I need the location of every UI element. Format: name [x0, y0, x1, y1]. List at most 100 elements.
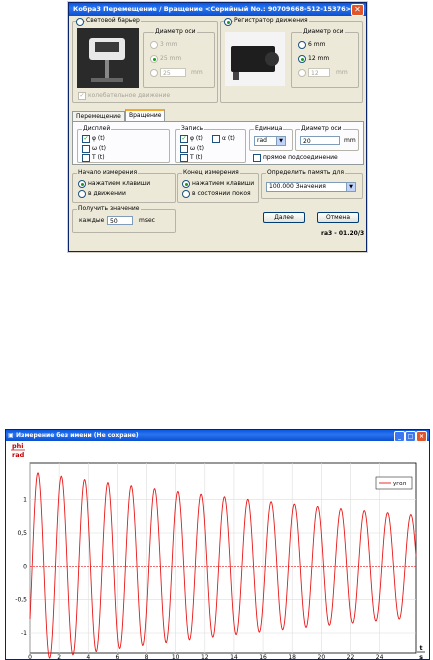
- display-omega-label: ω (t): [92, 145, 106, 152]
- start-key-radio[interactable]: [78, 180, 86, 188]
- diameter-custom-radio-2[interactable]: [298, 69, 306, 77]
- close-icon[interactable]: ✕: [351, 4, 364, 16]
- y-tick-label: 0,5: [17, 530, 27, 537]
- motion-recorder-radio[interactable]: [224, 18, 232, 26]
- x-tick-label: 14: [230, 654, 238, 659]
- motion-recorder-diameter-group: Диаметр оси 6 mm 12 mm 12 mm: [291, 28, 359, 88]
- x-tick-label: 2: [57, 654, 61, 659]
- memory-value: 100.000 Значения: [269, 183, 326, 190]
- record-group: Запись ✓ φ (t) α (t) ω (t) T (t): [175, 125, 246, 163]
- x-tick-label: 16: [259, 654, 267, 659]
- direct-connection-checkbox[interactable]: [253, 154, 261, 162]
- record-phi-checkbox[interactable]: ✓: [180, 135, 188, 143]
- diameter-12mm-radio[interactable]: [298, 55, 306, 63]
- motion-recorder-diameter-label: Диаметр оси: [302, 28, 345, 35]
- dialog-titlebar: Кобра3 Перемещение / Вращение <Серийный …: [69, 3, 366, 16]
- record-omega-label: ω (t): [190, 145, 204, 152]
- diameter-custom-radio[interactable]: [150, 69, 158, 77]
- interval-unit: msec: [139, 217, 155, 224]
- get-value-group: Получить значение каждые 50 msec: [72, 205, 176, 233]
- diameter-6mm-radio[interactable]: [298, 41, 306, 49]
- display-phi-label: φ (t): [92, 135, 105, 142]
- record-alpha-checkbox[interactable]: [212, 135, 220, 143]
- y-tick-label: -0,5: [15, 597, 27, 604]
- display-omega-checkbox[interactable]: [82, 145, 90, 153]
- get-value-label: Получить значение: [77, 205, 141, 212]
- version-label: ra3 - 01.20/3: [321, 230, 365, 237]
- app-icon: ▣: [8, 432, 14, 439]
- axis-diameter-input[interactable]: 20: [300, 136, 340, 145]
- record-label: Запись: [180, 125, 205, 132]
- axis-diameter-unit: mm: [344, 137, 356, 144]
- y-tick-label: 0: [23, 563, 27, 570]
- display-t-checkbox[interactable]: [82, 154, 90, 162]
- end-key-label: нажатием клавиши: [192, 180, 255, 187]
- cancel-button[interactable]: Отмена: [317, 212, 359, 223]
- unit-group: Единица rad ▼: [249, 125, 293, 151]
- plot-area: [29, 462, 417, 654]
- end-rest-radio[interactable]: [182, 190, 190, 198]
- x-tick-label: 18: [288, 654, 296, 659]
- motion-recorder-group: Регистратор движения Диаметр оси 6 mm 12…: [220, 17, 363, 103]
- memory-group: Определить память для 100.000 Значения ▼: [261, 169, 363, 199]
- x-tick-label: 0: [28, 654, 32, 659]
- record-t-checkbox[interactable]: [180, 154, 188, 162]
- unit-select[interactable]: rad ▼: [254, 136, 286, 146]
- direct-connection-label: прямое подсоединение: [263, 154, 338, 161]
- record-omega-checkbox[interactable]: [180, 145, 188, 153]
- x-tick-label: 4: [86, 654, 90, 659]
- light-barrier-photo: [77, 28, 139, 88]
- diameter-25mm-label: 25 mm: [160, 55, 182, 62]
- light-barrier-group: Световой барьер Диаметр оси 3 mm 25 mm 2…: [72, 17, 218, 103]
- get-value-each-label: каждые: [79, 217, 105, 224]
- diameter-3mm-radio[interactable]: [150, 41, 158, 49]
- end-rest-label: в состоянии покоя: [192, 190, 251, 197]
- display-label: Дисплей: [82, 125, 112, 132]
- unit-label: Единица: [254, 125, 284, 132]
- interval-input[interactable]: 50: [107, 216, 133, 225]
- light-barrier-radio[interactable]: [76, 18, 84, 26]
- motion-recorder-custom-input[interactable]: 12: [308, 68, 330, 77]
- motion-recorder-photo: [225, 32, 285, 86]
- next-button[interactable]: Далее: [263, 212, 305, 223]
- chart-window: ▣ Измерение без имени (Не сохране) _ □ ×…: [5, 429, 430, 660]
- start-key-label: нажатием клавиши: [88, 180, 151, 187]
- x-tick-label: 22: [347, 654, 355, 659]
- legend-label: угол: [393, 481, 407, 487]
- start-motion-label: в движении: [88, 190, 126, 197]
- start-group: Начало измерения нажатием клавиши в движ…: [72, 169, 176, 203]
- motion-recorder-unit: mm: [336, 69, 348, 76]
- light-barrier-custom-input[interactable]: 25: [160, 68, 186, 77]
- start-label: Начало измерения: [77, 169, 139, 176]
- oscillating-label: колебательное движение: [88, 92, 171, 99]
- memory-select[interactable]: 100.000 Значения ▼: [266, 182, 356, 192]
- record-alpha-label: α (t): [222, 135, 235, 142]
- y-tick-label: -1: [21, 630, 27, 637]
- end-key-radio[interactable]: [182, 180, 190, 188]
- light-barrier-diameter-group: Диаметр оси 3 mm 25 mm 25 mm: [143, 28, 215, 88]
- x-tick-label: 12: [201, 654, 209, 659]
- chevron-down-icon[interactable]: ▼: [276, 137, 285, 145]
- end-label: Конец измерения: [182, 169, 240, 176]
- light-barrier-unit: mm: [191, 69, 203, 76]
- display-group: Дисплей ✓ φ (t) ω (t) T (t): [77, 125, 170, 163]
- chevron-down-icon[interactable]: ▼: [346, 183, 355, 191]
- chart-window-title: Измерение без имени (Не сохране): [16, 432, 139, 439]
- display-phi-checkbox[interactable]: ✓: [82, 135, 90, 143]
- x-tick-label: 10: [172, 654, 180, 659]
- setup-dialog: Кобра3 Перемещение / Вращение <Серийный …: [68, 2, 367, 252]
- light-barrier-label: Световой барьер: [85, 17, 141, 24]
- start-motion-radio[interactable]: [78, 190, 86, 198]
- axis-diameter-group: Диаметр оси 20 mm: [295, 125, 359, 151]
- chart-window-titlebar: ▣ Измерение без имени (Не сохране) _ □ ×: [6, 430, 429, 442]
- y-axis-label-bottom: rad: [12, 451, 25, 459]
- dialog-title: Кобра3 Перемещение / Вращение <Серийный …: [73, 5, 352, 13]
- diameter-3mm-label: 3 mm: [160, 41, 178, 48]
- oscillating-checkbox[interactable]: ✓: [78, 92, 86, 100]
- display-t-label: T (t): [92, 154, 105, 161]
- diameter-25mm-radio[interactable]: [150, 55, 158, 63]
- diameter-6mm-label: 6 mm: [308, 41, 326, 48]
- x-tick-label: 24: [376, 654, 384, 659]
- memory-label: Определить память для: [266, 169, 345, 176]
- x-axis-label-bottom: s: [419, 653, 423, 659]
